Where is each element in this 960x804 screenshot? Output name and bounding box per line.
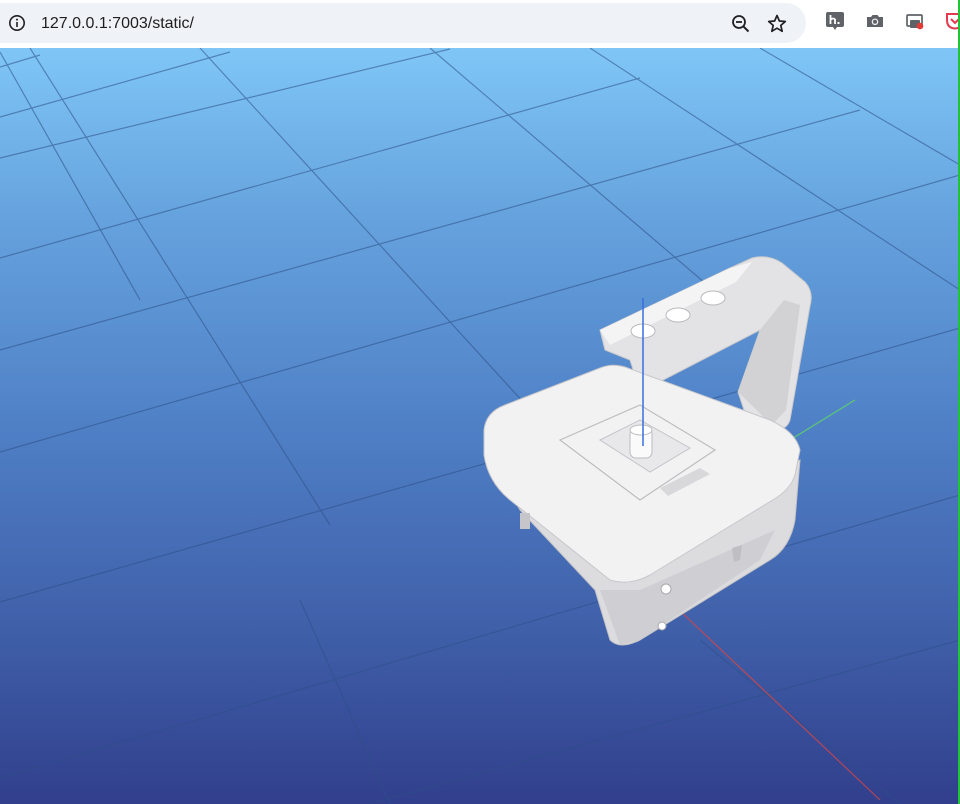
screen-capture-extension-icon[interactable]: [905, 11, 925, 31]
url-text[interactable]: 127.0.0.1:7003/static/: [41, 14, 194, 34]
hypothesis-extension-icon[interactable]: [825, 11, 845, 31]
floor-grid: [0, 48, 960, 804]
scene-canvas[interactable]: [0, 48, 960, 804]
robot-model[interactable]: [483, 256, 812, 646]
x-axis-line: [659, 591, 881, 801]
zoom-out-icon[interactable]: [729, 12, 753, 36]
address-bar[interactable]: 127.0.0.1:7003/static/: [0, 3, 806, 43]
3d-viewport[interactable]: [0, 48, 960, 804]
camera-extension-icon[interactable]: [865, 11, 885, 31]
star-icon[interactable]: [765, 12, 789, 36]
y-axis-line: [789, 399, 856, 441]
browser-toolbar: 127.0.0.1:7003/static/: [0, 0, 960, 48]
info-icon[interactable]: [8, 14, 26, 32]
